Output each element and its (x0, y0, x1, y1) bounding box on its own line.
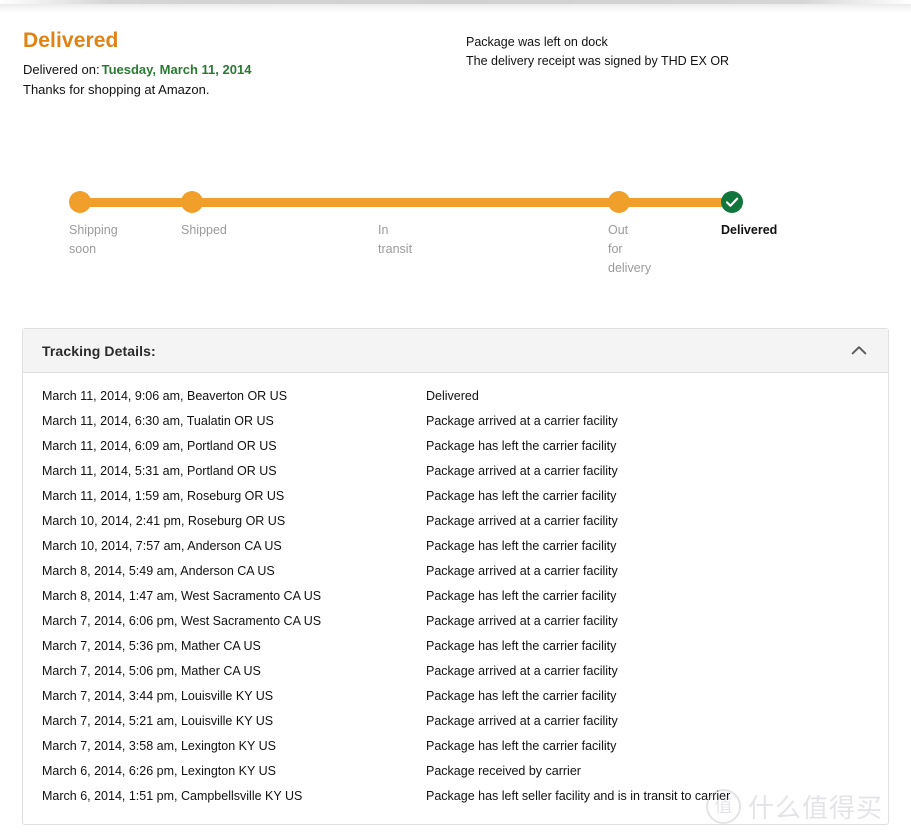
tracking-details-header[interactable]: Tracking Details: (23, 329, 888, 373)
table-row: March 11, 2014, 5:31 am, Portland OR US … (23, 458, 888, 483)
step-dot-shipped (181, 191, 203, 213)
row-status: Package has left the carrier facility (426, 438, 617, 453)
row-date-location: March 7, 2014, 3:58 am, Lexington KY US (42, 738, 276, 753)
table-row: March 7, 2014, 3:58 am, Lexington KY US … (23, 733, 888, 758)
table-row: March 6, 2014, 6:26 pm, Lexington KY US … (23, 758, 888, 783)
row-date-location: March 11, 2014, 9:06 am, Beaverton OR US (42, 388, 288, 403)
page-top-shadow (0, 0, 911, 14)
step-label-shipped: Shipped (181, 223, 227, 237)
table-row: March 11, 2014, 6:30 am, Tualatin OR US … (23, 408, 888, 433)
row-date-location: March 7, 2014, 3:44 pm, Louisville KY US (42, 688, 274, 703)
table-row: March 11, 2014, 6:09 am, Portland OR US … (23, 433, 888, 458)
row-date-location: March 8, 2014, 5:49 am, Anderson CA US (42, 563, 275, 578)
table-row: March 8, 2014, 5:49 am, Anderson CA US P… (23, 558, 888, 583)
row-status: Package arrived at a carrier facility (426, 513, 618, 528)
step-label-delivered: Delivered (721, 223, 778, 237)
delivered-on-date: Tuesday, March 11, 2014 (101, 62, 252, 77)
step-label-shipping-soon: Shipping soon (69, 223, 118, 256)
row-status: Package received by carrier (426, 763, 581, 778)
table-row: March 7, 2014, 5:21 am, Louisville KY US… (23, 708, 888, 733)
tracking-details-body: March 11, 2014, 9:06 am, Beaverton OR US… (23, 373, 888, 824)
row-status: Delivered (426, 388, 479, 403)
row-date-location: March 7, 2014, 5:36 pm, Mather CA US (42, 638, 261, 653)
row-date-location: March 7, 2014, 5:06 pm, Mather CA US (42, 663, 261, 678)
row-status: Package arrived at a carrier facility (426, 663, 618, 678)
shipment-progress-tracker: Shipping soon Shipped In transit Out for… (0, 188, 911, 288)
row-date-location: March 7, 2014, 6:06 pm, West Sacramento … (42, 613, 322, 628)
table-row: March 7, 2014, 6:06 pm, West Sacramento … (23, 608, 888, 633)
table-row: March 8, 2014, 1:47 am, West Sacramento … (23, 583, 888, 608)
row-date-location: March 6, 2014, 1:51 pm, Campbellsville K… (42, 788, 303, 803)
row-status: Package has left the carrier facility (426, 488, 617, 503)
tracking-details-title: Tracking Details: (42, 342, 156, 359)
table-row: March 11, 2014, 9:06 am, Beaverton OR US… (23, 383, 888, 408)
row-date-location: March 11, 2014, 1:59 am, Roseburg OR US (42, 488, 285, 503)
tracking-details-panel: Tracking Details: March 11, 2014, 9:06 a… (22, 328, 889, 825)
table-row: March 7, 2014, 3:44 pm, Louisville KY US… (23, 683, 888, 708)
step-dot-out-for-delivery (608, 191, 630, 213)
row-status: Package has left the carrier facility (426, 538, 617, 553)
row-date-location: March 8, 2014, 1:47 am, West Sacramento … (42, 588, 322, 603)
step-label-out-for-delivery: Out for delivery (608, 223, 652, 275)
row-status: Package arrived at a carrier facility (426, 563, 618, 578)
row-status: Package arrived at a carrier facility (426, 613, 618, 628)
row-date-location: March 11, 2014, 5:31 am, Portland OR US (42, 463, 277, 478)
table-row: March 10, 2014, 2:41 pm, Roseburg OR US … (23, 508, 888, 533)
delivery-note-location: Package was left on dock (466, 35, 608, 49)
table-row: March 7, 2014, 5:36 pm, Mather CA US Pac… (23, 633, 888, 658)
table-row: March 6, 2014, 1:51 pm, Campbellsville K… (23, 783, 888, 808)
step-dot-shipping-soon (69, 191, 91, 213)
row-status: Package has left the carrier facility (426, 688, 617, 703)
step-label-in-transit: In transit (378, 223, 413, 256)
row-status: Package has left seller facility and is … (426, 788, 731, 803)
delivered-on-label: Delivered on: (23, 62, 100, 77)
table-row: March 10, 2014, 7:57 am, Anderson CA US … (23, 533, 888, 558)
table-row: March 7, 2014, 5:06 pm, Mather CA US Pac… (23, 658, 888, 683)
table-row: March 11, 2014, 1:59 am, Roseburg OR US … (23, 483, 888, 508)
row-status: Package has left the carrier facility (426, 588, 617, 603)
row-date-location: March 10, 2014, 2:41 pm, Roseburg OR US (42, 513, 286, 528)
row-date-location: March 11, 2014, 6:30 am, Tualatin OR US (42, 413, 274, 428)
check-icon (725, 197, 739, 207)
delivery-notes: Package was left on dock The delivery re… (466, 33, 896, 71)
row-date-location: March 7, 2014, 5:21 am, Louisville KY US (42, 713, 274, 728)
thanks-message: Thanks for shopping at Amazon. (23, 82, 210, 97)
row-date-location: March 10, 2014, 7:57 am, Anderson CA US (42, 538, 282, 553)
progress-bar-fill (80, 198, 733, 207)
row-status: Package has left the carrier facility (426, 738, 617, 753)
row-status: Package has left the carrier facility (426, 638, 617, 653)
row-status: Package arrived at a carrier facility (426, 413, 618, 428)
row-status: Package arrived at a carrier facility (426, 713, 618, 728)
chevron-up-icon[interactable] (848, 340, 870, 362)
row-date-location: March 11, 2014, 6:09 am, Portland OR US (42, 438, 277, 453)
row-date-location: March 6, 2014, 6:26 pm, Lexington KY US (42, 763, 276, 778)
delivery-note-signature: The delivery receipt was signed by THD E… (466, 54, 730, 68)
row-status: Package arrived at a carrier facility (426, 463, 618, 478)
